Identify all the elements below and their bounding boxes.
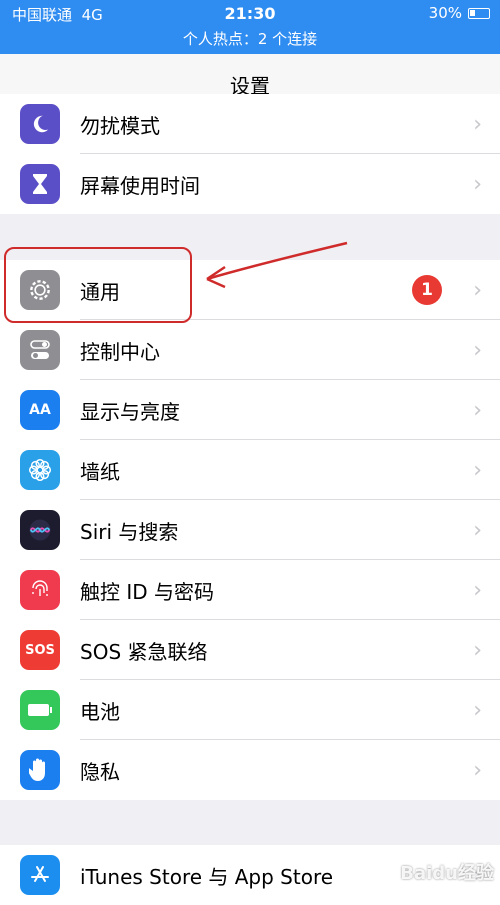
hotspot-banner[interactable]: 个人热点：2 个连接 (0, 28, 500, 49)
item-label: 隐私 (80, 756, 120, 785)
item-label: SOS 紧急联络 (80, 636, 208, 665)
chevron-right-icon: › (473, 338, 482, 363)
moon-icon (20, 104, 60, 144)
hand-icon (20, 750, 60, 790)
hourglass-icon (20, 164, 60, 204)
settings-item-siri[interactable]: Siri 与搜索 › (0, 500, 500, 560)
settings-group-focus: 勿扰模式 › 屏幕使用时间 › (0, 94, 500, 214)
battery-icon (20, 690, 60, 730)
item-label: iTunes Store 与 App Store (80, 861, 333, 890)
item-label: 电池 (80, 696, 120, 725)
settings-item-screen-time[interactable]: 屏幕使用时间 › (0, 154, 500, 214)
notification-badge: 1 (412, 275, 442, 305)
settings-item-control-center[interactable]: 控制中心 › (0, 320, 500, 380)
chevron-right-icon: › (473, 458, 482, 483)
item-label: 显示与亮度 (80, 396, 180, 425)
item-label: 屏幕使用时间 (80, 170, 200, 199)
chevron-right-icon: › (473, 398, 482, 423)
chevron-right-icon: › (473, 578, 482, 603)
item-label: 触控 ID 与密码 (80, 576, 214, 605)
settings-item-display[interactable]: AA 显示与亮度 › (0, 380, 500, 440)
app-store-icon (20, 855, 60, 895)
status-right: 30% (429, 4, 490, 22)
watermark-logo: Baidu经验 (400, 859, 494, 885)
settings-item-emergency-sos[interactable]: SOS SOS 紧急联络 › (0, 620, 500, 680)
item-label: Siri 与搜索 (80, 516, 178, 545)
annotation-arrow-icon (195, 235, 355, 295)
sos-icon: SOS (20, 630, 60, 670)
battery-icon (468, 8, 490, 19)
item-label: 控制中心 (80, 336, 160, 365)
text-size-icon: AA (20, 390, 60, 430)
item-label: 勿扰模式 (80, 110, 160, 139)
settings-item-wallpaper[interactable]: 墙纸 › (0, 440, 500, 500)
chevron-right-icon: › (473, 638, 482, 663)
chevron-right-icon: › (473, 758, 482, 783)
settings-item-touch-id[interactable]: 触控 ID 与密码 › (0, 560, 500, 620)
item-label: 墙纸 (80, 456, 120, 485)
settings-item-battery[interactable]: 电池 › (0, 680, 500, 740)
toggles-icon (20, 330, 60, 370)
highlight-box (4, 247, 192, 323)
battery-percent: 30% (429, 4, 462, 22)
settings-group-general: 通用 1 › 控制中心 › AA 显示与亮度 › 墙纸 › Siri 与搜索 › (0, 260, 500, 800)
chevron-right-icon: › (473, 172, 482, 197)
chevron-right-icon: › (473, 698, 482, 723)
settings-item-do-not-disturb[interactable]: 勿扰模式 › (0, 94, 500, 154)
clock: 21:30 (0, 4, 500, 23)
settings-item-privacy[interactable]: 隐私 › (0, 740, 500, 800)
flower-icon (20, 450, 60, 490)
chevron-right-icon: › (473, 112, 482, 137)
fingerprint-icon (20, 570, 60, 610)
chevron-right-icon: › (473, 278, 482, 303)
chevron-right-icon: › (473, 518, 482, 543)
status-bar: 中国联通 4G 21:30 30% 个人热点：2 个连接 (0, 0, 500, 54)
siri-icon (20, 510, 60, 550)
